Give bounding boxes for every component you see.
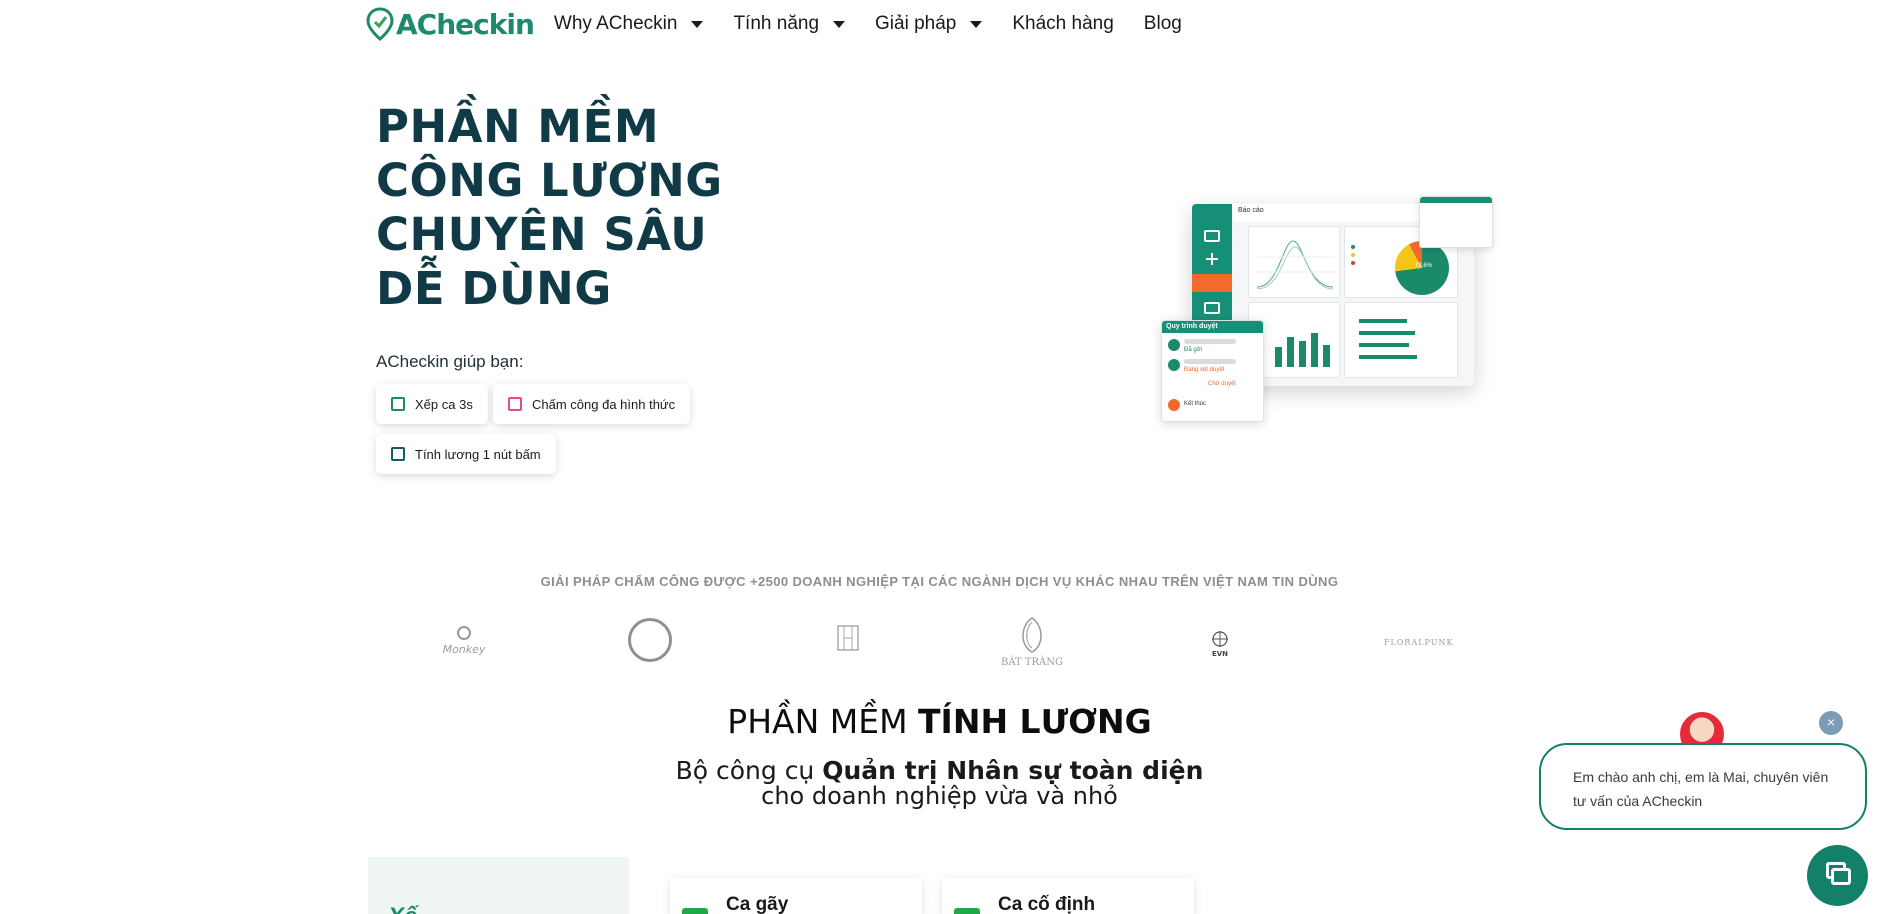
logo-text: ACheckin — [396, 7, 535, 41]
nav-item-why[interactable]: Why ACheckin — [554, 13, 704, 35]
brand-logo-hotel — [812, 624, 884, 655]
bar — [1287, 337, 1294, 367]
feature-chip-payroll[interactable]: Tính lương 1 nút bấm — [376, 434, 556, 474]
mockup-hbar-panel — [1344, 302, 1458, 378]
section-subtitle-bold: Quản trị Nhân sự toàn diện — [822, 756, 1204, 785]
approval-step: Chờ duyệt — [1208, 381, 1236, 387]
hbar — [1359, 355, 1417, 359]
nav-item-label: Blog — [1143, 13, 1182, 34]
trust-title: GIẢI PHÁP CHẤM CÔNG ĐƯỢC +2500 DOANH NGH… — [540, 574, 1339, 589]
approval-step: Kết thúc — [1184, 401, 1207, 407]
placeholder-bar — [1184, 359, 1236, 364]
shift-icon — [682, 908, 708, 914]
caret-down-icon — [691, 20, 704, 28]
nav-item-solutions[interactable]: Giải pháp — [875, 13, 983, 35]
legend-dot — [1351, 261, 1355, 265]
hero-title-line: PHẦN MỀM — [376, 100, 660, 153]
mockup-line-chart — [1248, 226, 1340, 298]
nav-item-label: Why ACheckin — [553, 13, 678, 34]
section-subtitle-normal: Bộ công cụ — [675, 756, 823, 785]
approval-card: Quy trình duyệt Đã gửi Đang xét duyệt Ch… — [1161, 320, 1264, 422]
shift-card-fixed[interactable]: Ca cố định — [942, 878, 1194, 914]
line-chart-graphic — [1256, 240, 1335, 290]
bar — [1311, 333, 1318, 367]
chat-close-button[interactable]: × — [1819, 711, 1843, 735]
brand-name: Monkey — [442, 643, 486, 656]
shift-icon — [954, 908, 980, 914]
vase-icon — [1022, 617, 1042, 653]
location-pin-icon — [366, 7, 394, 41]
brand-logo-circle — [626, 618, 674, 662]
mini-card-header — [1420, 197, 1492, 203]
chip-label: Tính lương 1 nút bấm — [415, 446, 541, 462]
approval-step: Đã gửi — [1184, 347, 1203, 353]
hbar — [1359, 343, 1409, 347]
top-nav: ACheckin Why ACheckin Tính năng Giải phá… — [366, 0, 1212, 48]
logo[interactable]: ACheckin — [366, 7, 535, 41]
home-icon — [1204, 230, 1220, 242]
nav-item-customers[interactable]: Khách hàng — [1012, 13, 1113, 35]
brand-circle-icon — [628, 618, 672, 662]
placeholder-bar — [1184, 339, 1236, 344]
nav-item-features[interactable]: Tính năng — [733, 13, 846, 35]
brand-logo-monkey: Monkey — [434, 624, 494, 656]
document-icon — [1204, 302, 1220, 314]
chip-label: Xếp ca 3s — [415, 396, 473, 412]
bar — [1299, 341, 1306, 367]
chat-bubbles-icon — [1831, 868, 1851, 885]
approval-step: Đang xét duyệt — [1184, 367, 1225, 373]
monkey-icon — [457, 626, 471, 640]
plus-icon — [1204, 252, 1220, 265]
brand-logo-battrang: BÁT TRÀNG — [1000, 616, 1064, 668]
chat-launcher-button[interactable] — [1807, 845, 1868, 906]
shift-card-split[interactable]: Ca gãy — [670, 878, 922, 914]
hero-title-line: DỄ DÙNG — [376, 262, 612, 315]
hbar — [1359, 319, 1407, 323]
brand-logo-evn: EVN — [1194, 630, 1246, 658]
section-title-normal: PHẦN MỀM — [727, 702, 919, 741]
calendar-icon — [391, 397, 405, 411]
calculator-icon — [391, 447, 405, 461]
caret-down-icon — [833, 20, 846, 28]
feature-chip-shift[interactable]: Xếp ca 3s — [376, 384, 488, 424]
side-panel-heading: Xế — [388, 903, 417, 914]
caret-down-icon — [970, 20, 983, 28]
section-title: PHẦN MỀM TÍNH LƯƠNG — [0, 702, 1879, 741]
avatar — [1168, 339, 1180, 351]
hero-title-line: CÔNG LƯƠNG — [376, 154, 723, 207]
section-title-bold: TÍNH LƯƠNG — [918, 702, 1152, 741]
brand-name: BÁT TRÀNG — [1000, 657, 1064, 668]
building-icon — [837, 625, 859, 651]
nav-menu: Why ACheckin Tính năng Giải pháp Khách h… — [554, 13, 1212, 35]
feature-side-panel: Xế — [368, 857, 629, 914]
brand-name: EVN — [1211, 650, 1229, 658]
pie-label: 73,6% — [1415, 263, 1433, 269]
nav-item-label: Tính năng — [733, 13, 820, 34]
feature-chip-checkin[interactable]: Chấm công đa hình thức — [493, 384, 691, 424]
hero-title: PHẦN MỀM CÔNG LƯƠNG CHUYÊN SÂU DỄ DÙNG — [376, 100, 796, 316]
hero-subtitle: ACheckin giúp bạn: — [376, 352, 524, 371]
mockup-active-item — [1192, 274, 1232, 292]
nav-item-blog[interactable]: Blog — [1144, 13, 1182, 35]
approval-title: Quy trình duyệt — [1162, 321, 1263, 333]
nav-item-label: Giải pháp — [875, 13, 957, 34]
chat-greeting-bubble[interactable]: Em chào anh chị, em là Mai, chuyên viên … — [1539, 743, 1867, 830]
nav-item-label: Khách hàng — [1012, 13, 1114, 34]
compass-star-icon — [1212, 631, 1228, 647]
legend-dot — [1351, 245, 1355, 249]
brand-logo-floralpunk: FLORALPUNK — [1384, 638, 1454, 647]
avatar — [1168, 399, 1180, 411]
hero-title-line: CHUYÊN SÂU — [376, 208, 708, 261]
card-label: Ca gãy — [726, 894, 789, 914]
chip-label: Chấm công đa hình thức — [532, 396, 676, 412]
hbar — [1359, 331, 1415, 335]
mockup-notification-card — [1419, 196, 1493, 248]
calendar-check-icon — [508, 397, 522, 411]
avatar — [1168, 359, 1180, 371]
bar — [1275, 347, 1282, 367]
card-label: Ca cố định — [998, 894, 1096, 914]
bar — [1323, 345, 1330, 367]
legend-dot — [1351, 253, 1355, 257]
